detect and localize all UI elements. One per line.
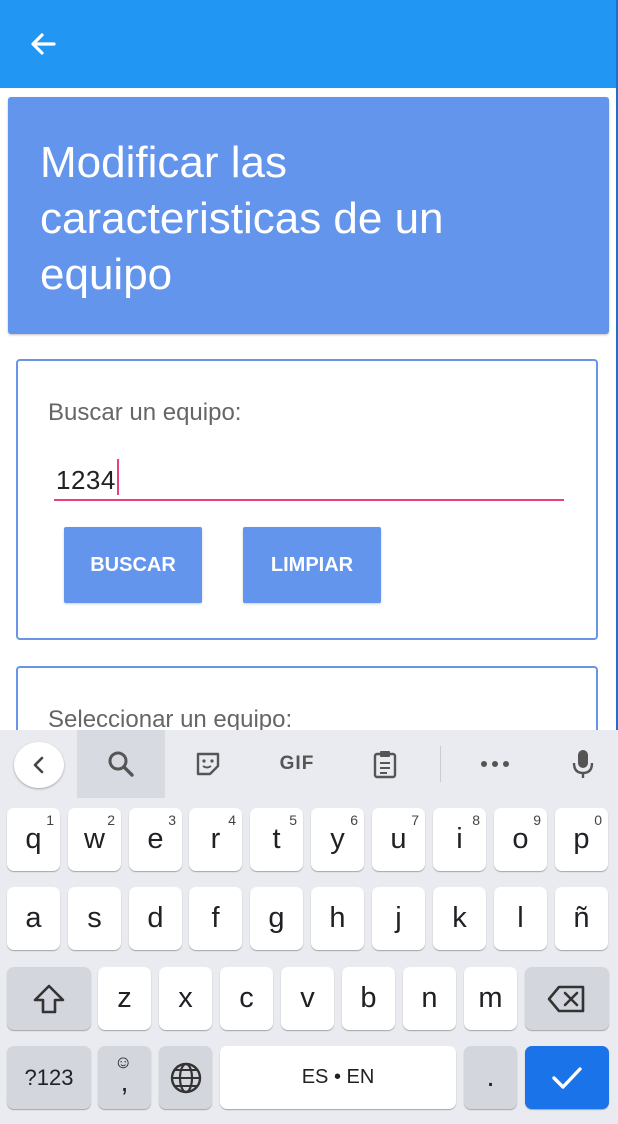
key-s[interactable]: s [68, 887, 121, 950]
key-d[interactable]: d [129, 887, 182, 950]
key-t[interactable]: t5 [250, 808, 303, 871]
key-j[interactable]: j [372, 887, 425, 950]
key-l[interactable]: l [494, 887, 547, 950]
search-label: Buscar un equipo: [48, 399, 242, 426]
emoji-comma-key[interactable]: ☺ , [98, 1046, 151, 1109]
search-input[interactable]: 1234 [54, 453, 564, 501]
search-input-value: 1234 [56, 465, 116, 495]
key-o[interactable]: o9 [494, 808, 547, 871]
backspace-key[interactable] [525, 967, 609, 1030]
key-r[interactable]: r4 [189, 808, 242, 871]
globe-icon [170, 1062, 201, 1093]
key-q[interactable]: q1 [7, 808, 60, 871]
app-bar [0, 0, 616, 88]
key-m[interactable]: m [464, 967, 517, 1030]
sticker-icon[interactable] [175, 730, 241, 798]
back-arrow-icon[interactable] [22, 25, 62, 65]
key-a[interactable]: a [7, 887, 60, 950]
key-f[interactable]: f [189, 887, 242, 950]
shift-icon [33, 984, 65, 1013]
gif-button[interactable]: GIF [262, 730, 332, 798]
keyboard-toolbar: GIF [0, 730, 618, 798]
key-b[interactable]: b [342, 967, 395, 1030]
header-card: Modificar las caracteristicas de un equi… [8, 97, 609, 334]
search-card: Buscar un equipo: 1234 BUSCAR LIMPIAR [16, 359, 598, 640]
period-key[interactable]: . [464, 1046, 517, 1109]
key-v[interactable]: v [281, 967, 334, 1030]
key-p[interactable]: p0 [555, 808, 608, 871]
enter-key[interactable] [525, 1046, 609, 1109]
key-x[interactable]: x [159, 967, 212, 1030]
on-screen-keyboard: GIF q1 w2 e3 r4 t5 y6 u7 i8 o9 p0 a s d … [0, 730, 618, 1124]
keyboard-search-icon[interactable] [77, 730, 165, 798]
space-key[interactable]: ES • EN [220, 1046, 456, 1109]
key-n[interactable]: n [403, 967, 456, 1030]
toolbar-divider [440, 746, 441, 782]
keyboard-back-icon[interactable] [14, 742, 64, 788]
key-n-tilde[interactable]: ñ [555, 887, 608, 950]
key-k[interactable]: k [433, 887, 486, 950]
key-z[interactable]: z [98, 967, 151, 1030]
backspace-icon [547, 985, 585, 1012]
language-key[interactable] [159, 1046, 212, 1109]
more-icon[interactable] [462, 730, 528, 798]
shift-key[interactable] [7, 967, 91, 1030]
key-e[interactable]: e3 [129, 808, 182, 871]
key-i[interactable]: i8 [433, 808, 486, 871]
key-w[interactable]: w2 [68, 808, 121, 871]
key-c[interactable]: c [220, 967, 273, 1030]
limpiar-button[interactable]: LIMPIAR [243, 527, 381, 603]
page-title: Modificar las caracteristicas de un equi… [40, 138, 444, 299]
key-u[interactable]: u7 [372, 808, 425, 871]
symbols-key[interactable]: ?123 [7, 1046, 91, 1109]
clipboard-icon[interactable] [352, 730, 418, 798]
text-caret [116, 459, 119, 495]
key-y[interactable]: y6 [311, 808, 364, 871]
key-g[interactable]: g [250, 887, 303, 950]
buscar-button[interactable]: BUSCAR [64, 527, 202, 603]
microphone-icon[interactable] [552, 730, 614, 798]
key-h[interactable]: h [311, 887, 364, 950]
checkmark-icon [552, 1066, 582, 1089]
